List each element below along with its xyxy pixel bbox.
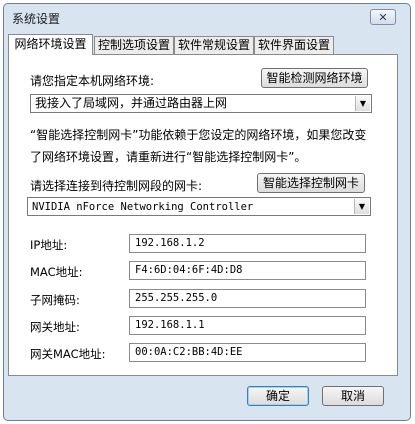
- gateway-label: 网关地址:: [30, 320, 80, 334]
- mac-label: MAC地址:: [30, 265, 83, 279]
- gateway-mac-field[interactable]: 00:0A:C2:BB:4D:EE: [129, 343, 366, 362]
- network-env-label: 请您指定本机网络环境:: [30, 74, 155, 88]
- tab-general-settings[interactable]: 软件常规设置: [174, 36, 254, 55]
- close-icon: ✕: [378, 10, 388, 24]
- tab-control-options[interactable]: 控制选项设置: [94, 36, 174, 55]
- mac-field[interactable]: F4:6D:04:6F:4D:D8: [129, 261, 366, 280]
- tab-network-settings[interactable]: 网络环境设置: [8, 34, 93, 55]
- network-env-value: 我接入了局域网，并通过路由器上网: [35, 96, 228, 110]
- detect-network-button[interactable]: 智能检测网络环境: [261, 68, 368, 88]
- ok-button[interactable]: 确定: [247, 386, 309, 406]
- close-button[interactable]: ✕: [370, 9, 396, 25]
- nic-value: NVIDIA nForce Networking Controller: [32, 201, 254, 213]
- window-title: 系统设置: [12, 12, 61, 26]
- network-env-select[interactable]: 我接入了局域网，并通过路由器上网 ▼: [30, 94, 372, 113]
- ip-label: IP地址:: [30, 238, 68, 252]
- dropdown-arrow-icon[interactable]: ▼: [355, 96, 370, 111]
- subnet-mask-field[interactable]: 255.255.255.0: [129, 289, 366, 308]
- hint-text-line1: “智能选择控制网卡”功能依赖于您设定的网络环境，如果您改变: [30, 128, 367, 142]
- hint-text-line2: 了网络环境设置，请重新进行“智能选择控制网卡”。: [30, 150, 307, 164]
- gateway-mac-label: 网关MAC地址:: [30, 347, 106, 361]
- ip-field[interactable]: 192.168.1.2: [129, 234, 366, 253]
- nic-label: 请选择连接到待控制网段的网卡:: [30, 179, 203, 193]
- tab-interface-settings[interactable]: 软件界面设置: [254, 36, 334, 55]
- subnet-mask-label: 子网掩码:: [30, 293, 80, 307]
- gateway-field[interactable]: 192.168.1.1: [129, 316, 366, 335]
- select-nic-button[interactable]: 智能选择控制网卡: [257, 173, 365, 193]
- cancel-button[interactable]: 取消: [322, 386, 384, 406]
- nic-select[interactable]: NVIDIA nForce Networking Controller ▼: [27, 197, 371, 216]
- dropdown-arrow-icon[interactable]: ▼: [354, 199, 369, 214]
